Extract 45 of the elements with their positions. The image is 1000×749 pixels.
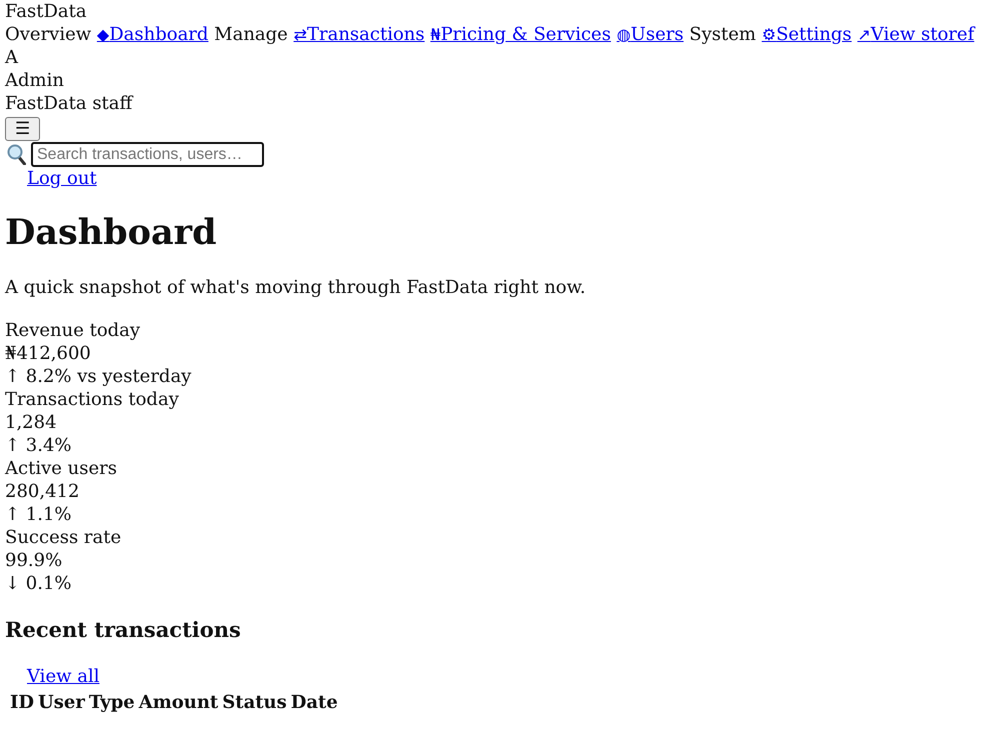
column-header: Status: [221, 691, 288, 715]
column-header: User: [37, 691, 86, 715]
nav-link[interactable]: ⚙Settings: [762, 24, 852, 45]
stat-value: 280,412: [5, 480, 80, 503]
stat-change: ↑ 3.4%: [5, 434, 73, 457]
stat-change: ↓ 0.1%: [5, 572, 73, 595]
nav-link[interactable]: ◆Dashboard: [96, 24, 208, 45]
stat-change: ↑ 8.2% vs yesterday: [5, 365, 192, 388]
stat-change: ↑ 1.1%: [5, 503, 73, 526]
swap-arrows-icon: ⇄: [294, 25, 307, 44]
gear-icon: ⚙: [762, 25, 776, 44]
logout-link[interactable]: Log out: [27, 168, 97, 189]
column-header: Type: [88, 691, 136, 715]
search-field[interactable]: Search transactions, users…: [31, 142, 264, 167]
column-header: ID: [9, 691, 36, 715]
stat-value: 99.9%: [5, 549, 64, 572]
nav-link[interactable]: ₦Pricing & Services: [430, 24, 611, 45]
striped-circle-icon: ◍: [616, 25, 631, 44]
stat-label: Active users: [5, 457, 118, 480]
section-title: Recent transactions: [5, 617, 242, 643]
stat-value: ₦412,600: [5, 342, 92, 365]
user-role: FastData staff: [5, 92, 134, 115]
nav-section-heading: System: [689, 24, 756, 45]
stat-label: Success rate: [5, 526, 122, 549]
diagonal-arrow-icon: ↗: [857, 25, 871, 44]
stat-label: Revenue today: [5, 319, 142, 342]
search-icon: [7, 144, 26, 165]
page-subtitle: A quick snapshot of what's moving through FastData right now.: [5, 276, 587, 299]
view-all-link[interactable]: View all: [27, 666, 100, 687]
nav-link[interactable]: ↗View storef: [857, 24, 974, 45]
nav-section-heading: Overview: [5, 24, 92, 45]
avatar-initial: A: [5, 46, 20, 69]
naira-sign-icon: ₦: [430, 25, 441, 44]
nav-link[interactable]: ◍Users: [616, 24, 684, 45]
page-title: Dashboard: [5, 212, 218, 254]
menu-button[interactable]: ☰: [5, 117, 40, 141]
stat-label: Transactions today: [5, 388, 180, 411]
brand-name: FastData: [5, 0, 88, 23]
column-header: Date: [290, 691, 339, 715]
diamond-icon: ◆: [96, 25, 110, 44]
nav-section-heading: Manage: [214, 24, 288, 45]
user-name: Admin: [5, 69, 65, 92]
nav-link[interactable]: ⇄Transactions: [294, 24, 425, 45]
stat-value: 1,284: [5, 411, 58, 434]
column-header: Amount: [138, 691, 220, 715]
